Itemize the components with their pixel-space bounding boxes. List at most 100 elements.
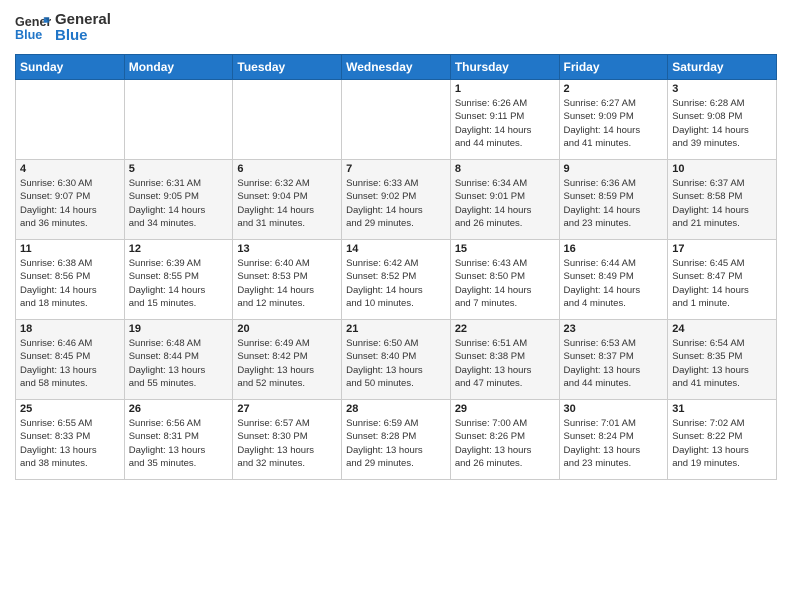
day-cell: 16 Sunrise: 6:44 AM Sunset: 8:49 PM Dayli… (559, 240, 668, 320)
day-cell: 9 Sunrise: 6:36 AM Sunset: 8:59 PM Daylig… (559, 160, 668, 240)
day-info: Sunrise: 6:32 AM Sunset: 9:04 PM Dayligh… (237, 177, 337, 230)
day-cell: 14 Sunrise: 6:42 AM Sunset: 8:52 PM Dayli… (342, 240, 451, 320)
day-number: 16 (564, 243, 664, 255)
day-info: Sunrise: 7:00 AM Sunset: 8:26 PM Dayligh… (455, 417, 555, 470)
logo: General Blue General Blue (15, 10, 111, 46)
day-cell (124, 80, 233, 160)
day-cell: 11 Sunrise: 6:38 AM Sunset: 8:56 PM Dayli… (16, 240, 125, 320)
weekday-header-sunday: Sunday (16, 55, 125, 80)
day-info: Sunrise: 6:45 AM Sunset: 8:47 PM Dayligh… (672, 257, 772, 310)
day-cell (16, 80, 125, 160)
calendar: SundayMondayTuesdayWednesdayThursdayFrid… (15, 54, 777, 480)
day-number: 4 (20, 163, 120, 175)
weekday-header-row: SundayMondayTuesdayWednesdayThursdayFrid… (16, 55, 777, 80)
day-number: 20 (237, 323, 337, 335)
weekday-header-saturday: Saturday (668, 55, 777, 80)
day-cell: 29 Sunrise: 7:00 AM Sunset: 8:26 PM Dayli… (450, 400, 559, 480)
svg-text:Blue: Blue (15, 28, 42, 42)
day-info: Sunrise: 6:55 AM Sunset: 8:33 PM Dayligh… (20, 417, 120, 470)
day-info: Sunrise: 6:50 AM Sunset: 8:40 PM Dayligh… (346, 337, 446, 390)
day-info: Sunrise: 6:37 AM Sunset: 8:58 PM Dayligh… (672, 177, 772, 230)
day-number: 29 (455, 403, 555, 415)
day-info: Sunrise: 6:42 AM Sunset: 8:52 PM Dayligh… (346, 257, 446, 310)
day-info: Sunrise: 6:57 AM Sunset: 8:30 PM Dayligh… (237, 417, 337, 470)
weekday-header-tuesday: Tuesday (233, 55, 342, 80)
week-row-1: 1Sunrise: 6:26 AM Sunset: 9:11 PM Daylig… (16, 80, 777, 160)
day-number: 28 (346, 403, 446, 415)
day-cell: 30 Sunrise: 7:01 AM Sunset: 8:24 PM Dayli… (559, 400, 668, 480)
weekday-header-wednesday: Wednesday (342, 55, 451, 80)
logo-icon: General Blue (15, 10, 51, 46)
day-info: Sunrise: 6:31 AM Sunset: 9:05 PM Dayligh… (129, 177, 229, 230)
day-info: Sunrise: 6:39 AM Sunset: 8:55 PM Dayligh… (129, 257, 229, 310)
day-cell: 25 Sunrise: 6:55 AM Sunset: 8:33 PM Dayli… (16, 400, 125, 480)
day-cell: 5 Sunrise: 6:31 AM Sunset: 9:05 PM Daylig… (124, 160, 233, 240)
day-info: Sunrise: 7:01 AM Sunset: 8:24 PM Dayligh… (564, 417, 664, 470)
day-info: Sunrise: 6:33 AM Sunset: 9:02 PM Dayligh… (346, 177, 446, 230)
day-number: 17 (672, 243, 772, 255)
day-cell: 4 Sunrise: 6:30 AM Sunset: 9:07 PM Daylig… (16, 160, 125, 240)
day-cell: 2 Sunrise: 6:27 AM Sunset: 9:09 PM Daylig… (559, 80, 668, 160)
day-number: 18 (20, 323, 120, 335)
day-number: 12 (129, 243, 229, 255)
day-cell: 8Sunrise: 6:34 AM Sunset: 9:01 PM Daylig… (450, 160, 559, 240)
day-info: Sunrise: 6:54 AM Sunset: 8:35 PM Dayligh… (672, 337, 772, 390)
day-info: Sunrise: 6:26 AM Sunset: 9:11 PM Dayligh… (455, 97, 555, 150)
day-cell: 28 Sunrise: 6:59 AM Sunset: 8:28 PM Dayli… (342, 400, 451, 480)
day-number: 21 (346, 323, 446, 335)
day-cell: 3Sunrise: 6:28 AM Sunset: 9:08 PM Daylig… (668, 80, 777, 160)
day-info: Sunrise: 6:28 AM Sunset: 9:08 PM Dayligh… (672, 97, 772, 150)
day-info: Sunrise: 6:44 AM Sunset: 8:49 PM Dayligh… (564, 257, 664, 310)
weekday-header-monday: Monday (124, 55, 233, 80)
page: General Blue General Blue SundayMondayTu… (0, 0, 792, 612)
day-info: Sunrise: 6:53 AM Sunset: 8:37 PM Dayligh… (564, 337, 664, 390)
day-cell: 17 Sunrise: 6:45 AM Sunset: 8:47 PM Dayli… (668, 240, 777, 320)
day-cell: 10Sunrise: 6:37 AM Sunset: 8:58 PM Dayli… (668, 160, 777, 240)
day-cell: 27Sunrise: 6:57 AM Sunset: 8:30 PM Dayli… (233, 400, 342, 480)
day-cell: 21 Sunrise: 6:50 AM Sunset: 8:40 PM Dayli… (342, 320, 451, 400)
day-info: Sunrise: 6:30 AM Sunset: 9:07 PM Dayligh… (20, 177, 120, 230)
day-number: 9 (564, 163, 664, 175)
day-info: Sunrise: 6:51 AM Sunset: 8:38 PM Dayligh… (455, 337, 555, 390)
week-row-2: 4 Sunrise: 6:30 AM Sunset: 9:07 PM Daylig… (16, 160, 777, 240)
day-info: Sunrise: 6:27 AM Sunset: 9:09 PM Dayligh… (564, 97, 664, 150)
day-cell: 23Sunrise: 6:53 AM Sunset: 8:37 PM Dayli… (559, 320, 668, 400)
day-cell: 1Sunrise: 6:26 AM Sunset: 9:11 PM Daylig… (450, 80, 559, 160)
weekday-header-thursday: Thursday (450, 55, 559, 80)
week-row-5: 25 Sunrise: 6:55 AM Sunset: 8:33 PM Dayli… (16, 400, 777, 480)
week-row-3: 11 Sunrise: 6:38 AM Sunset: 8:56 PM Dayli… (16, 240, 777, 320)
day-cell: 24 Sunrise: 6:54 AM Sunset: 8:35 PM Dayli… (668, 320, 777, 400)
logo-general: General (55, 11, 111, 28)
day-number: 2 (564, 83, 664, 95)
day-number: 24 (672, 323, 772, 335)
day-number: 31 (672, 403, 772, 415)
day-cell: 31 Sunrise: 7:02 AM Sunset: 8:22 PM Dayli… (668, 400, 777, 480)
day-number: 11 (20, 243, 120, 255)
day-info: Sunrise: 6:48 AM Sunset: 8:44 PM Dayligh… (129, 337, 229, 390)
day-number: 25 (20, 403, 120, 415)
day-number: 14 (346, 243, 446, 255)
logo-blue: Blue (55, 28, 111, 45)
day-cell: 22 Sunrise: 6:51 AM Sunset: 8:38 PM Dayli… (450, 320, 559, 400)
day-info: Sunrise: 6:36 AM Sunset: 8:59 PM Dayligh… (564, 177, 664, 230)
day-info: Sunrise: 6:59 AM Sunset: 8:28 PM Dayligh… (346, 417, 446, 470)
day-cell: 13Sunrise: 6:40 AM Sunset: 8:53 PM Dayli… (233, 240, 342, 320)
day-number: 15 (455, 243, 555, 255)
day-cell (342, 80, 451, 160)
day-info: Sunrise: 6:38 AM Sunset: 8:56 PM Dayligh… (20, 257, 120, 310)
day-info: Sunrise: 6:49 AM Sunset: 8:42 PM Dayligh… (237, 337, 337, 390)
day-cell: 19 Sunrise: 6:48 AM Sunset: 8:44 PM Dayli… (124, 320, 233, 400)
day-info: Sunrise: 7:02 AM Sunset: 8:22 PM Dayligh… (672, 417, 772, 470)
day-info: Sunrise: 6:56 AM Sunset: 8:31 PM Dayligh… (129, 417, 229, 470)
day-info: Sunrise: 6:46 AM Sunset: 8:45 PM Dayligh… (20, 337, 120, 390)
day-number: 26 (129, 403, 229, 415)
day-number: 22 (455, 323, 555, 335)
day-number: 5 (129, 163, 229, 175)
day-cell: 26 Sunrise: 6:56 AM Sunset: 8:31 PM Dayli… (124, 400, 233, 480)
day-info: Sunrise: 6:43 AM Sunset: 8:50 PM Dayligh… (455, 257, 555, 310)
day-number: 13 (237, 243, 337, 255)
day-number: 8 (455, 163, 555, 175)
day-number: 30 (564, 403, 664, 415)
day-number: 19 (129, 323, 229, 335)
day-number: 7 (346, 163, 446, 175)
